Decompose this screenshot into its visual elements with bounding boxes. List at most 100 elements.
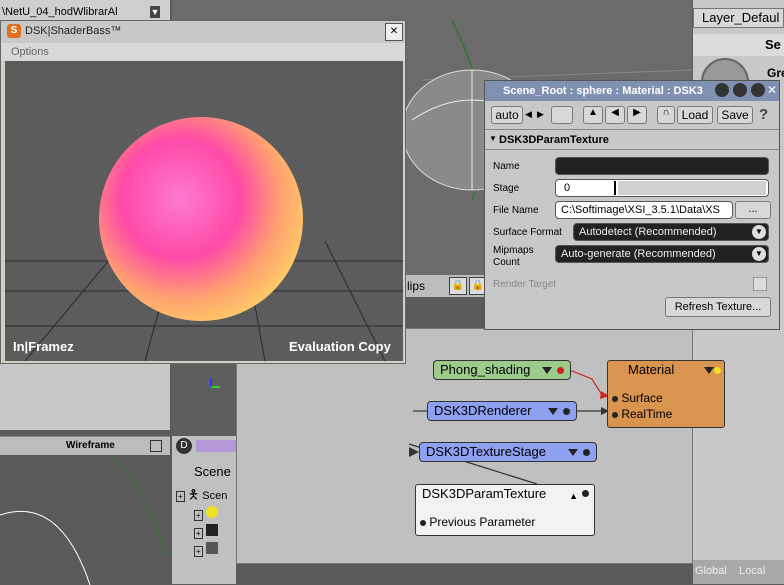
clips-label[interactable]: lips bbox=[407, 279, 425, 293]
auto-button[interactable]: auto bbox=[491, 106, 523, 124]
surface-port-dot bbox=[612, 395, 618, 402]
layer-default-button[interactable]: Layer_Defaul bbox=[693, 8, 784, 28]
tree-item-light[interactable]: + bbox=[194, 506, 218, 521]
tree-item-camera[interactable]: + bbox=[194, 524, 218, 539]
realtime-port[interactable]: RealTime bbox=[612, 405, 672, 423]
refresh-icon[interactable] bbox=[733, 83, 747, 97]
phong-dropdown-icon[interactable] bbox=[542, 367, 552, 374]
layer-default-label: Layer_Defaul bbox=[702, 10, 780, 25]
section-header[interactable]: ▼ DSK3DParamTexture bbox=[485, 131, 779, 150]
shaderbass-titlebar[interactable]: S DSK|ShaderBass™ ✕ bbox=[1, 21, 405, 43]
se-label: Se bbox=[765, 37, 781, 52]
shaderbass-close-button[interactable]: ✕ bbox=[385, 23, 403, 41]
right-icon[interactable]: ▶ bbox=[627, 106, 647, 124]
shaderbass-window[interactable]: S DSK|ShaderBass™ ✕ Options In|Framez Ev… bbox=[0, 20, 406, 364]
paramtexture-label: DSK3DParamTexture bbox=[422, 486, 547, 501]
shaderbass-logo-icon: S bbox=[7, 24, 21, 38]
dsk3drenderer-label: DSK3DRenderer bbox=[434, 403, 532, 418]
explorer-d-icon[interactable]: D bbox=[176, 438, 192, 454]
dsk3dtexturestage-label: DSK3DTextureStage bbox=[426, 444, 546, 459]
texturestage-output-port[interactable] bbox=[583, 449, 590, 456]
wireframe-label[interactable]: Wireframe bbox=[66, 440, 115, 451]
material-node[interactable]: Material Surface RealTime bbox=[607, 360, 725, 428]
surface-format-label: Surface Format bbox=[493, 227, 562, 238]
se-label-row: Se bbox=[693, 34, 784, 56]
name-field[interactable] bbox=[555, 157, 769, 175]
up-icon[interactable]: ▲ bbox=[583, 106, 603, 124]
scene-explorer: D Scene + 🯅 Scen + + + bbox=[172, 436, 236, 584]
stage-label: Stage bbox=[493, 183, 520, 194]
prev-arrow-icon[interactable]: ◀ bbox=[525, 109, 532, 120]
surface-format-value: Autodetect (Recommended) bbox=[579, 226, 717, 238]
mipmaps-chevron-icon[interactable]: ▼ bbox=[752, 247, 766, 261]
pin-icon[interactable]: ∩ bbox=[657, 106, 675, 124]
gear-icon[interactable] bbox=[715, 83, 729, 97]
lock-title-icon[interactable] bbox=[751, 83, 765, 97]
top-tab-label[interactable]: \NetU_04_hodWlibrarAl bbox=[2, 6, 118, 18]
property-close-icon[interactable]: ✕ bbox=[767, 83, 777, 97]
renderer-dropdown-icon[interactable] bbox=[548, 408, 558, 415]
lock-icon[interactable]: 🔒 bbox=[449, 277, 467, 295]
realtime-port-label: RealTime bbox=[621, 407, 673, 421]
property-toolbar: auto ◀ ▶ ▲ ◀ ▶ ∩ Load Save ? bbox=[485, 103, 779, 130]
property-editor[interactable]: Scene_Root : sphere : Material : DSK3 ✕ … bbox=[484, 80, 780, 330]
stage-value: 0 bbox=[564, 182, 571, 194]
filename-label: File Name bbox=[493, 205, 539, 216]
dsk3dtexturestage-node[interactable]: DSK3DTextureStage bbox=[419, 442, 597, 462]
tree-root[interactable]: + 🯅 Scen bbox=[176, 486, 227, 508]
mipmaps-select[interactable]: Auto-generate (Recommended) ▼ bbox=[555, 245, 769, 263]
refresh-texture-button[interactable]: Refresh Texture... bbox=[665, 297, 771, 317]
surface-format-select[interactable]: Autodetect (Recommended) ▼ bbox=[573, 223, 769, 241]
property-titlebar[interactable]: Scene_Root : sphere : Material : DSK3 ✕ bbox=[485, 81, 779, 101]
stage-slider-handle[interactable] bbox=[614, 181, 616, 195]
material-output-port[interactable] bbox=[714, 367, 721, 374]
surface-format-chevron-icon[interactable]: ▼ bbox=[752, 225, 766, 239]
previous-parameter-port[interactable]: Previous Parameter bbox=[420, 513, 535, 531]
section-title: DSK3DParamTexture bbox=[499, 134, 609, 146]
name-label: Name bbox=[493, 161, 520, 172]
left-viewport-strip bbox=[0, 362, 170, 430]
tree-item-sphere[interactable]: + bbox=[194, 542, 218, 557]
section-collapse-icon[interactable]: ▼ bbox=[489, 134, 497, 143]
realtime-port-dot bbox=[612, 411, 618, 418]
mipmaps-label-1: Mipmaps bbox=[493, 245, 534, 256]
camera-icon bbox=[205, 524, 218, 536]
scene-tab[interactable]: Scene bbox=[194, 464, 231, 479]
material-label: Material bbox=[628, 362, 675, 377]
tab-scroll-icon[interactable]: ▼ bbox=[150, 6, 160, 18]
clips-bar: lips 🔒 🔒 bbox=[405, 275, 487, 297]
save-button[interactable]: Save bbox=[717, 106, 753, 124]
property-title: Scene_Root : sphere : Material : DSK3 bbox=[503, 85, 703, 97]
help-button[interactable]: ? bbox=[759, 106, 768, 123]
renderer-output-port[interactable] bbox=[563, 408, 570, 415]
gre-label: Gre bbox=[767, 66, 784, 80]
shaderbass-preview[interactable]: In|Framez Evaluation Copy bbox=[5, 61, 403, 361]
paramtexture-collapse-icon[interactable]: ▲ bbox=[569, 487, 578, 505]
shaderbass-menubar: Options bbox=[1, 43, 405, 61]
explorer-search-bar[interactable] bbox=[196, 440, 236, 452]
mipmaps-value: Auto-generate (Recommended) bbox=[561, 248, 716, 260]
options-menu[interactable]: Options bbox=[11, 46, 49, 58]
render-target-checkbox[interactable] bbox=[753, 277, 767, 291]
left-icon[interactable]: ◀ bbox=[605, 106, 625, 124]
phong-shading-node[interactable]: Phong_shading bbox=[433, 360, 571, 380]
global-label[interactable]: Global bbox=[695, 565, 727, 577]
render-target-label: Render Target bbox=[493, 279, 557, 290]
browse-button[interactable]: ... bbox=[735, 201, 771, 219]
next-arrow-icon[interactable]: ▶ bbox=[537, 109, 544, 120]
filename-field[interactable]: C:\Softimage\XSI_3.5.1\Data\XS bbox=[555, 201, 733, 219]
stage-field[interactable]: 0 bbox=[555, 179, 769, 197]
material-dropdown-icon[interactable] bbox=[704, 367, 714, 374]
maximize-icon[interactable] bbox=[150, 440, 162, 452]
dsk3drenderer-node[interactable]: DSK3DRenderer bbox=[427, 401, 577, 421]
local-label[interactable]: Local bbox=[739, 565, 765, 577]
wireframe-viewport[interactable]: Wireframe bbox=[0, 436, 170, 585]
dsk3dparamtexture-node[interactable]: DSK3DParamTexture ▲ Previous Parameter bbox=[415, 484, 595, 536]
search-icon[interactable] bbox=[551, 106, 573, 124]
texturestage-dropdown-icon[interactable] bbox=[568, 449, 578, 456]
mipmaps-label-2: Count bbox=[493, 257, 520, 268]
load-button[interactable]: Load bbox=[677, 106, 713, 124]
paramtexture-output-port[interactable] bbox=[582, 490, 589, 497]
sphere-preview bbox=[99, 117, 303, 321]
phong-output-port[interactable] bbox=[557, 367, 564, 374]
